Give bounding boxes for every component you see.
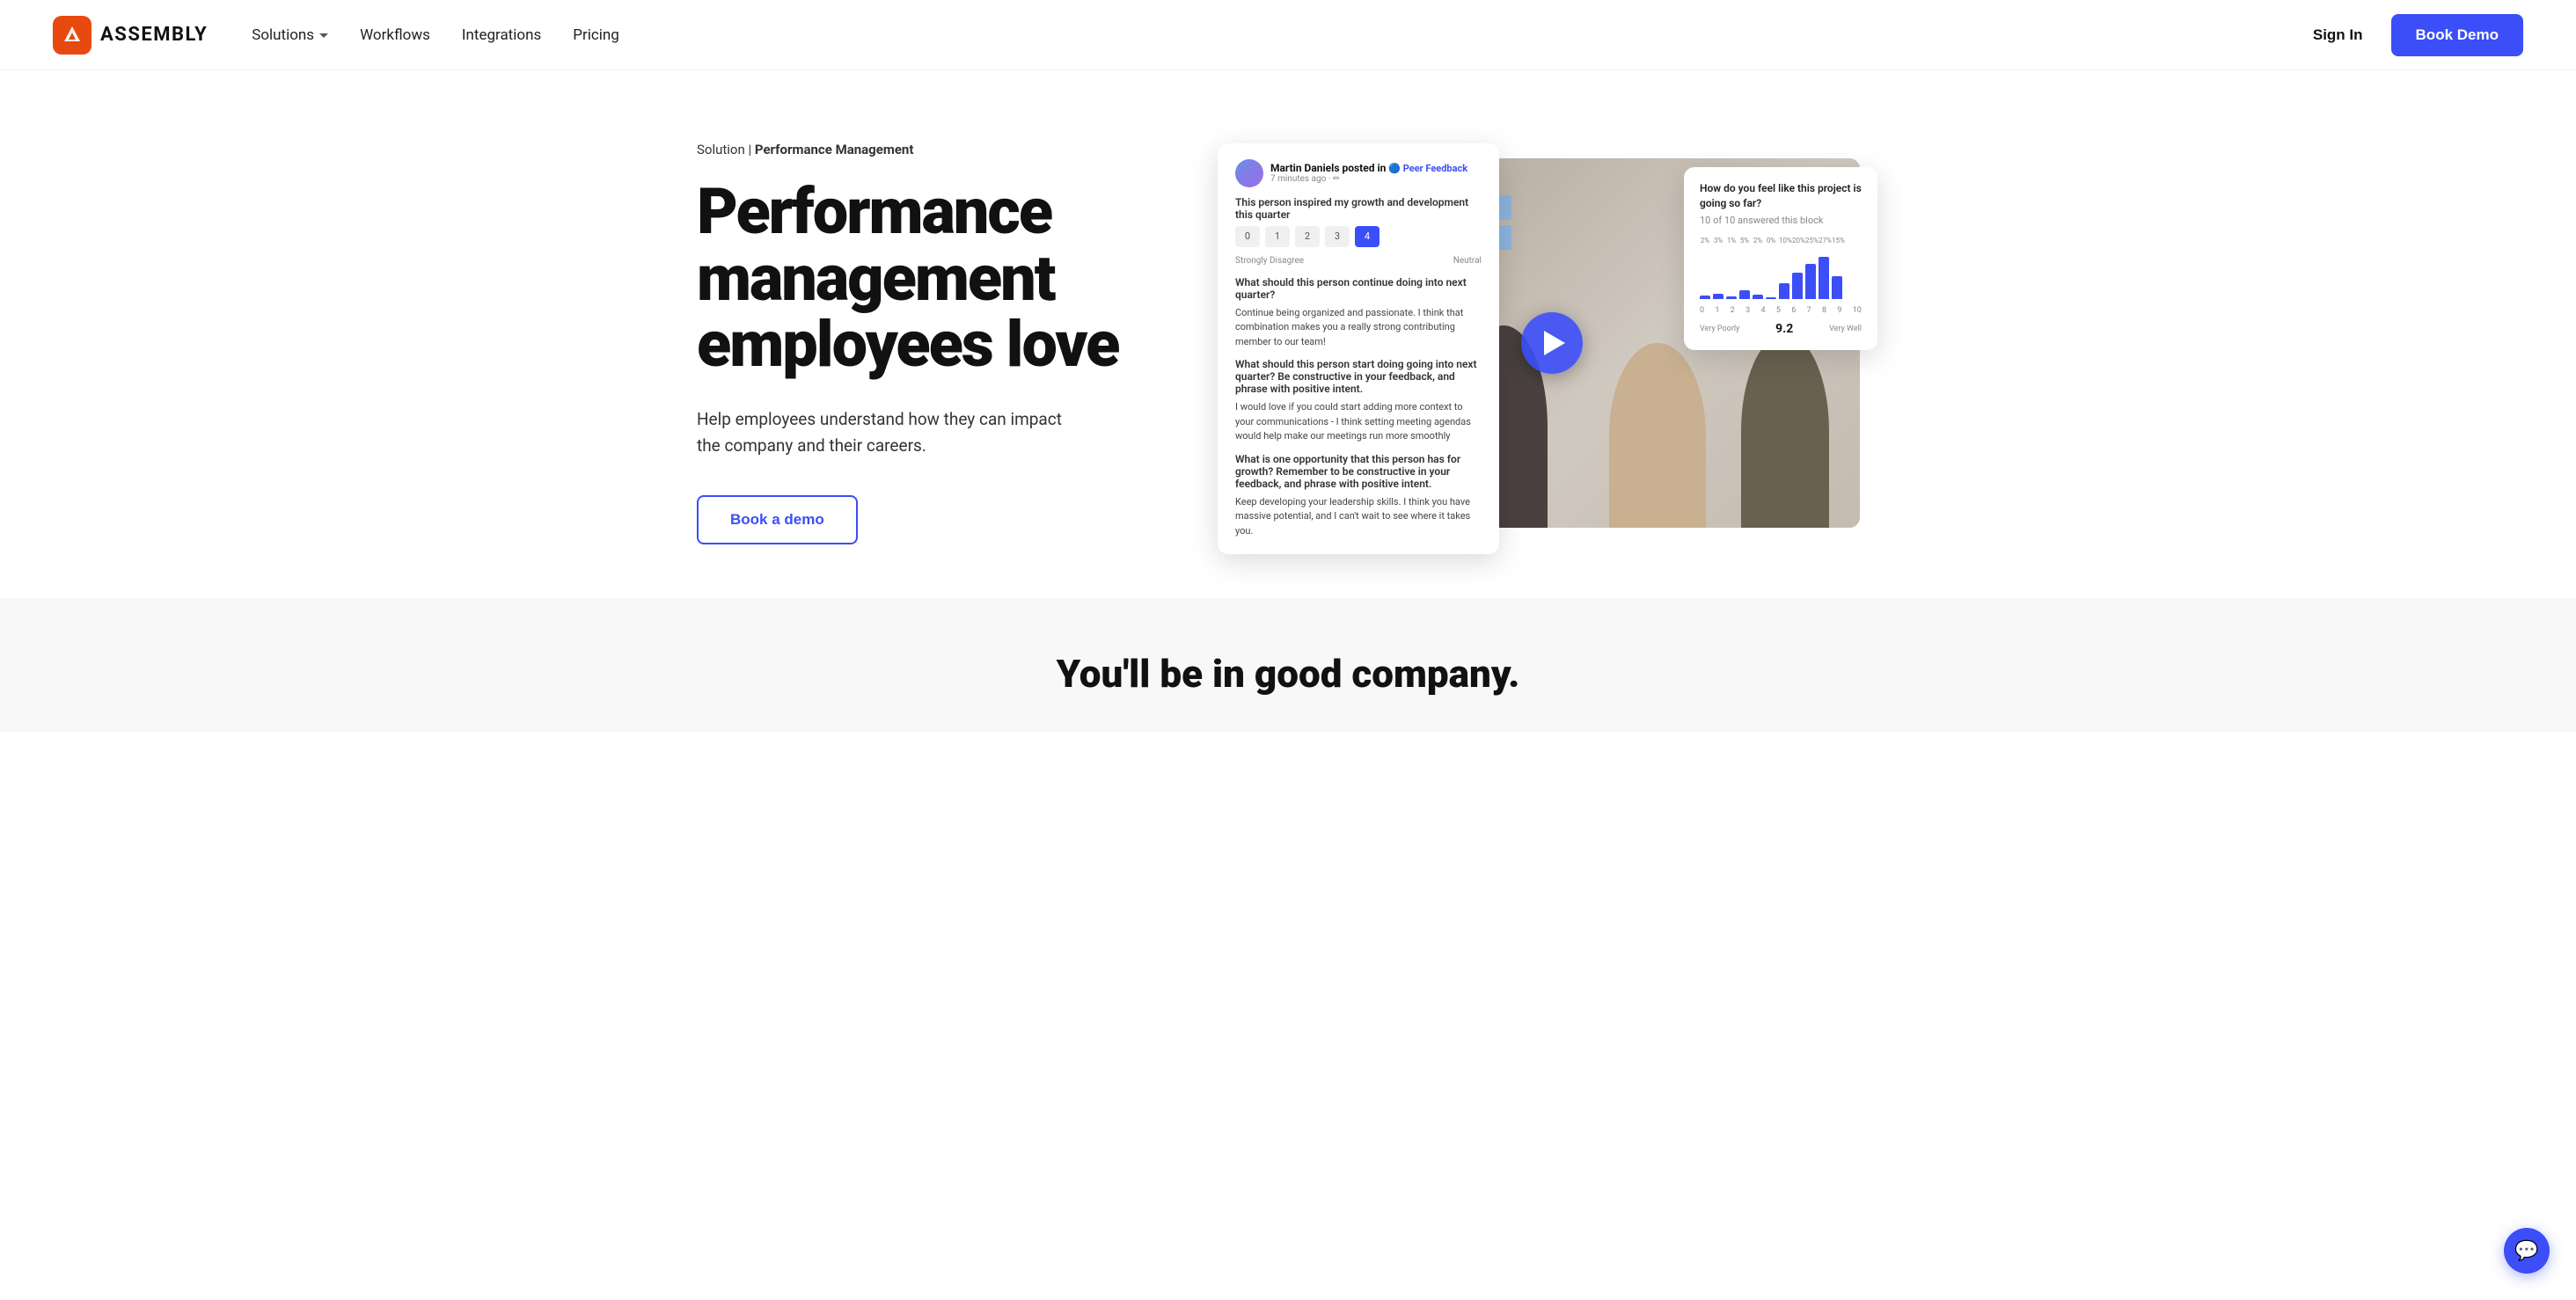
nav-workflows[interactable]: Workflows <box>360 26 430 44</box>
bar-1 <box>1713 294 1723 299</box>
bar-8 <box>1805 264 1816 299</box>
sign-in-button[interactable]: Sign In <box>2302 19 2374 51</box>
bar-chart <box>1700 246 1862 299</box>
logo-text: ASSEMBLY <box>100 24 208 46</box>
navbar: ASSEMBLY Solutions Workflows Integration… <box>0 0 2576 70</box>
play-button[interactable] <box>1521 312 1583 374</box>
rating-2[interactable]: 2 <box>1295 226 1320 247</box>
avatar <box>1235 159 1263 187</box>
hero-section: Solution | Performance Management Perfor… <box>644 70 1932 598</box>
nav-links: Solutions Workflows Integrations Pricing <box>252 26 2302 44</box>
survey-card: How do you feel like this project is goi… <box>1684 167 1877 350</box>
hero-left: Solution | Performance Management Perfor… <box>697 142 1172 544</box>
book-demo-hero-button[interactable]: Book a demo <box>697 495 858 544</box>
hero-right: Martin Daniels posted in 🔵 Peer Feedback… <box>1225 158 1879 528</box>
logo[interactable]: ASSEMBLY <box>53 16 208 55</box>
nav-solutions[interactable]: Solutions <box>252 26 328 44</box>
hero-subtitle: Help employees understand how they can i… <box>697 406 1066 460</box>
rating-4[interactable]: 4 <box>1355 226 1379 247</box>
bar-5 <box>1766 297 1776 299</box>
bar-4 <box>1753 295 1763 299</box>
bar-2 <box>1726 296 1737 299</box>
bar-10 <box>1832 276 1842 299</box>
rating-1[interactable]: 1 <box>1265 226 1290 247</box>
bar-9 <box>1819 257 1829 299</box>
breadcrumb: Solution | Performance Management <box>697 142 1172 157</box>
logo-icon <box>53 16 91 55</box>
play-triangle-icon <box>1544 331 1565 355</box>
chevron-down-icon <box>319 33 328 38</box>
rating-0[interactable]: 0 <box>1235 226 1260 247</box>
person-silhouette <box>1741 334 1829 528</box>
bar-0 <box>1700 296 1710 299</box>
chat-bubble-button[interactable]: 💬 <box>2504 1228 2550 1274</box>
hero-title: Performance management employees love <box>697 179 1172 378</box>
bottom-section: You'll be in good company. <box>0 598 2576 732</box>
bottom-title: You'll be in good company. <box>53 651 2523 697</box>
bar-7 <box>1792 273 1803 299</box>
feedback-card: Martin Daniels posted in 🔵 Peer Feedback… <box>1218 143 1499 555</box>
rating-3[interactable]: 3 <box>1325 226 1350 247</box>
bar-3 <box>1739 290 1750 299</box>
chat-icon: 💬 <box>2514 1240 2538 1262</box>
bar-6 <box>1779 283 1789 299</box>
person-silhouette <box>1609 343 1706 528</box>
book-demo-nav-button[interactable]: Book Demo <box>2391 14 2523 56</box>
nav-integrations[interactable]: Integrations <box>462 26 541 44</box>
hero-media: Martin Daniels posted in 🔵 Peer Feedback… <box>1244 158 1860 528</box>
nav-pricing[interactable]: Pricing <box>573 26 619 44</box>
rating-scale: 0 1 2 3 4 <box>1235 226 1482 247</box>
nav-actions: Sign In Book Demo <box>2302 14 2523 56</box>
